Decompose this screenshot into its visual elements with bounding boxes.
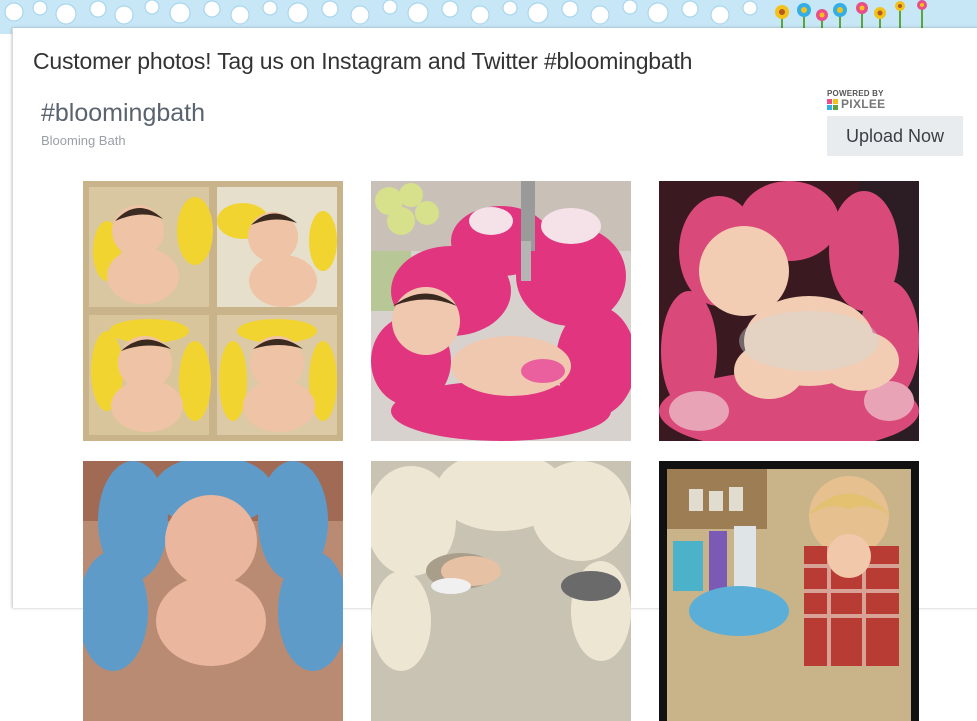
baby-pink-flower-bath-photo-icon — [659, 181, 919, 441]
gallery-hashtag[interactable]: #bloomingbath — [41, 99, 205, 128]
photo-tile[interactable] — [371, 181, 631, 441]
upload-now-button[interactable]: Upload Now — [827, 116, 963, 156]
pixlee-logo-icon — [827, 98, 838, 110]
page-title: Customer photos! Tag us on Instagram and… — [33, 48, 693, 74]
baby-collage-yellow-flower-photo-icon — [83, 181, 343, 441]
flowers-decoration-icon — [775, 0, 927, 30]
pixlee-brand-label: PIXLEE — [841, 97, 886, 111]
photo-tile[interactable] — [83, 461, 343, 721]
toddler-sink-photo-icon — [659, 461, 919, 721]
baby-blue-flower-photo-icon — [83, 461, 343, 721]
cream-flower-bath-photo-icon — [371, 461, 631, 721]
photo-tile[interactable] — [659, 181, 919, 441]
photo-tile[interactable] — [83, 181, 343, 441]
gallery-subtitle: Blooming Bath — [41, 133, 126, 148]
baby-pink-flower-sink-photo-icon — [371, 181, 631, 441]
pixlee-brand[interactable]: PIXLEE — [827, 97, 886, 111]
photo-tile[interactable] — [659, 461, 919, 721]
photo-tile[interactable] — [371, 461, 631, 721]
